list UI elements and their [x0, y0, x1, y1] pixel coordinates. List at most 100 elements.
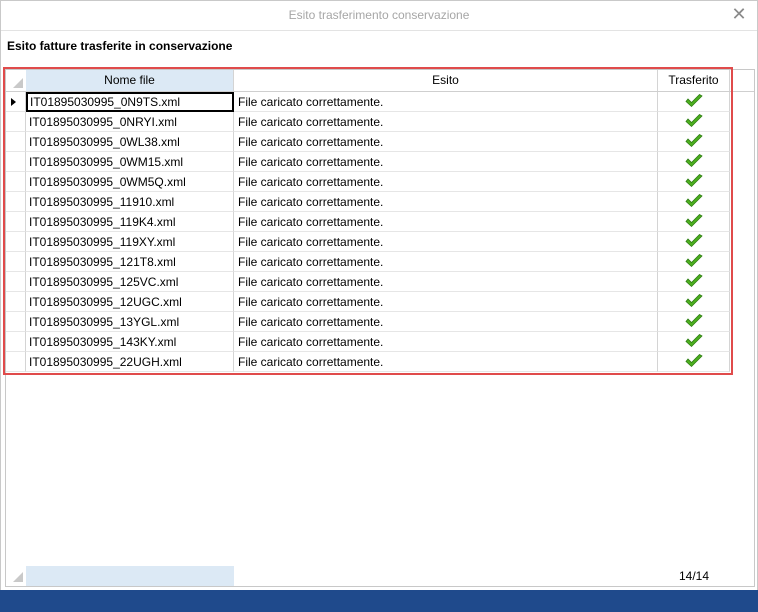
- title-bar: Esito trasferimento conservazione ✕: [1, 1, 757, 31]
- dialog-window: Esito trasferimento conservazione ✕ Esit…: [0, 0, 758, 612]
- table-row[interactable]: IT01895030995_125VC.xml File caricato cor…: [6, 272, 754, 292]
- window-title: Esito trasferimento conservazione: [288, 8, 470, 22]
- checkmark-icon: [684, 254, 703, 269]
- cell-nome-file[interactable]: IT01895030995_125VC.xml: [26, 272, 234, 292]
- cell-esito[interactable]: File caricato correttamente.: [234, 132, 658, 152]
- bottom-bar: [0, 590, 758, 612]
- table-row[interactable]: IT01895030995_143KY.xml File caricato cor…: [6, 332, 754, 352]
- cell-trasferito[interactable]: [658, 232, 730, 252]
- cell-trasferito[interactable]: [658, 272, 730, 292]
- cell-nome-file[interactable]: IT01895030995_0N9TS.xml: [26, 92, 234, 112]
- row-count: 14/14: [678, 569, 710, 583]
- cell-nome-file[interactable]: IT01895030995_11910.xml: [26, 192, 234, 212]
- row-header[interactable]: [6, 152, 26, 172]
- checkmark-icon: [684, 214, 703, 229]
- cell-esito[interactable]: File caricato correttamente.: [234, 292, 658, 312]
- row-header[interactable]: [6, 252, 26, 272]
- footer-corner: [6, 566, 26, 586]
- section-heading: Esito fatture trasferite in conservazion…: [7, 39, 233, 53]
- table-row[interactable]: IT01895030995_121T8.xml File caricato cor…: [6, 252, 754, 272]
- cell-esito[interactable]: File caricato correttamente.: [234, 352, 658, 372]
- column-header-nome-file[interactable]: Nome file: [26, 70, 234, 91]
- table-row[interactable]: IT01895030995_119K4.xml File caricato cor…: [6, 212, 754, 232]
- row-header[interactable]: [6, 232, 26, 252]
- row-header[interactable]: [6, 272, 26, 292]
- checkmark-icon: [684, 234, 703, 249]
- cell-nome-file[interactable]: IT01895030995_121T8.xml: [26, 252, 234, 272]
- cell-nome-file[interactable]: IT01895030995_22UGH.xml: [26, 352, 234, 372]
- cell-trasferito[interactable]: [658, 252, 730, 272]
- table-row[interactable]: IT01895030995_0WL38.xml File caricato cor…: [6, 132, 754, 152]
- checkmark-icon: [684, 114, 703, 129]
- cell-nome-file[interactable]: IT01895030995_119K4.xml: [26, 212, 234, 232]
- cell-nome-file[interactable]: IT01895030995_119XY.xml: [26, 232, 234, 252]
- cell-esito[interactable]: File caricato correttamente.: [234, 332, 658, 352]
- current-row-arrow-icon: [11, 98, 16, 106]
- cell-trasferito[interactable]: [658, 352, 730, 372]
- row-header[interactable]: [6, 312, 26, 332]
- checkmark-icon: [684, 274, 703, 289]
- cell-trasferito[interactable]: [658, 92, 730, 112]
- cell-trasferito[interactable]: [658, 152, 730, 172]
- results-grid[interactable]: Nome file Esito Trasferito IT01895030995…: [5, 69, 755, 587]
- column-header-esito[interactable]: Esito: [234, 70, 658, 91]
- table-row[interactable]: IT01895030995_119XY.xml File caricato cor…: [6, 232, 754, 252]
- cell-esito[interactable]: File caricato correttamente.: [234, 152, 658, 172]
- footer-cell-nome-file: [26, 566, 234, 586]
- cell-trasferito[interactable]: [658, 112, 730, 132]
- column-header-trasferito[interactable]: Trasferito: [658, 70, 730, 91]
- row-header[interactable]: [6, 192, 26, 212]
- table-row[interactable]: IT01895030995_0NRYI.xml File caricato cor…: [6, 112, 754, 132]
- table-row[interactable]: IT01895030995_12UGC.xml File caricato cor…: [6, 292, 754, 312]
- row-header[interactable]: [6, 92, 26, 112]
- cell-trasferito[interactable]: [658, 332, 730, 352]
- checkmark-icon: [684, 334, 703, 349]
- table-row[interactable]: IT01895030995_13YGL.xml File caricato cor…: [6, 312, 754, 332]
- row-header[interactable]: [6, 352, 26, 372]
- cell-esito[interactable]: File caricato correttamente.: [234, 272, 658, 292]
- cell-esito[interactable]: File caricato correttamente.: [234, 112, 658, 132]
- checkmark-icon: [684, 354, 703, 369]
- cell-nome-file[interactable]: IT01895030995_143KY.xml: [26, 332, 234, 352]
- cell-trasferito[interactable]: [658, 292, 730, 312]
- cell-esito[interactable]: File caricato correttamente.: [234, 172, 658, 192]
- row-header[interactable]: [6, 172, 26, 192]
- select-all-corner[interactable]: [6, 70, 27, 91]
- grid-header: Nome file Esito Trasferito: [6, 70, 754, 92]
- row-header[interactable]: [6, 292, 26, 312]
- row-header[interactable]: [6, 132, 26, 152]
- cell-esito[interactable]: File caricato correttamente.: [234, 212, 658, 232]
- checkmark-icon: [684, 174, 703, 189]
- cell-nome-file[interactable]: IT01895030995_13YGL.xml: [26, 312, 234, 332]
- cell-nome-file[interactable]: IT01895030995_12UGC.xml: [26, 292, 234, 312]
- cell-esito[interactable]: File caricato correttamente.: [234, 192, 658, 212]
- row-header[interactable]: [6, 112, 26, 132]
- checkmark-icon: [684, 134, 703, 149]
- checkmark-icon: [684, 294, 703, 309]
- cell-trasferito[interactable]: [658, 312, 730, 332]
- checkmark-icon: [684, 194, 703, 209]
- cell-trasferito[interactable]: [658, 172, 730, 192]
- close-icon[interactable]: ✕: [729, 4, 749, 24]
- cell-nome-file[interactable]: IT01895030995_0WL38.xml: [26, 132, 234, 152]
- table-row[interactable]: IT01895030995_0WM15.xml File caricato cor…: [6, 152, 754, 172]
- cell-nome-file[interactable]: IT01895030995_0WM5Q.xml: [26, 172, 234, 192]
- cell-nome-file[interactable]: IT01895030995_0WM15.xml: [26, 152, 234, 172]
- cell-nome-file[interactable]: IT01895030995_0NRYI.xml: [26, 112, 234, 132]
- checkmark-icon: [684, 94, 703, 109]
- table-row[interactable]: IT01895030995_11910.xml File caricato cor…: [6, 192, 754, 212]
- cell-trasferito[interactable]: [658, 212, 730, 232]
- cell-esito[interactable]: File caricato correttamente.: [234, 232, 658, 252]
- table-row[interactable]: IT01895030995_0N9TS.xml File caricato cor…: [6, 92, 754, 112]
- checkmark-icon: [684, 314, 703, 329]
- cell-trasferito[interactable]: [658, 192, 730, 212]
- row-header[interactable]: [6, 212, 26, 232]
- cell-esito[interactable]: File caricato correttamente.: [234, 312, 658, 332]
- cell-esito[interactable]: File caricato correttamente.: [234, 252, 658, 272]
- row-header[interactable]: [6, 332, 26, 352]
- cell-esito[interactable]: File caricato correttamente.: [234, 92, 658, 112]
- table-row[interactable]: IT01895030995_0WM5Q.xml File caricato cor…: [6, 172, 754, 192]
- table-row[interactable]: IT01895030995_22UGH.xml File caricato cor…: [6, 352, 754, 372]
- checkmark-icon: [684, 154, 703, 169]
- cell-trasferito[interactable]: [658, 132, 730, 152]
